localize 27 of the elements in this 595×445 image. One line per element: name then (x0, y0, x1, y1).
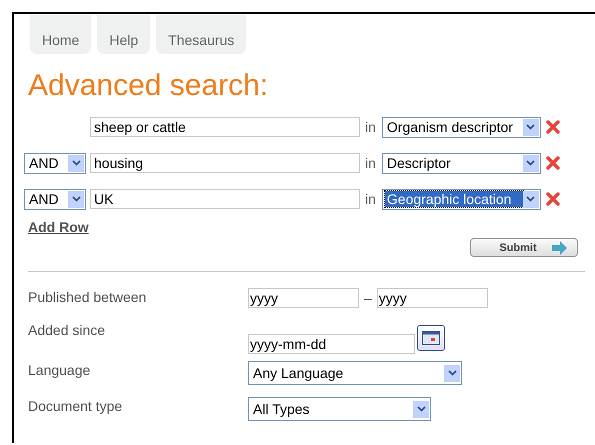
search-term-field[interactable]: UK (90, 189, 360, 209)
field-select[interactable]: Organism descriptor (382, 116, 541, 138)
search-term-field[interactable]: sheep or cattle (90, 117, 360, 137)
filter-label: Document type (28, 397, 124, 414)
nav-tab[interactable]: Help (97, 14, 150, 54)
field-select[interactable]: Descriptor (382, 152, 541, 174)
filter-select[interactable]: Any Language (248, 361, 462, 385)
in-label: in (365, 155, 376, 171)
in-label: in (365, 119, 376, 135)
search-term-field[interactable]: housing (90, 153, 360, 173)
submit-button[interactable]: Submit (470, 238, 578, 257)
nav-tab[interactable]: Thesaurus (156, 14, 246, 54)
page-title: Advanced search: (28, 69, 270, 103)
operator-select[interactable]: AND (24, 152, 86, 174)
date-field[interactable]: yyyy-mm-dd (248, 334, 415, 354)
year-to-field[interactable]: yyyy (376, 288, 488, 308)
filter-label: Published between (28, 288, 148, 305)
add-row-link[interactable]: Add Row (28, 219, 595, 235)
year-from-field[interactable]: yyyy (248, 288, 359, 308)
filter-label: Added since (28, 321, 106, 338)
operator-select[interactable]: AND (24, 188, 86, 210)
filter-label: Language (28, 361, 92, 378)
filter-select[interactable]: All Types (248, 397, 431, 421)
field-select[interactable]: Geographic location (382, 188, 541, 210)
in-label: in (365, 191, 376, 207)
range-separator: – (364, 290, 372, 306)
nav-tab[interactable]: Home (30, 14, 92, 54)
